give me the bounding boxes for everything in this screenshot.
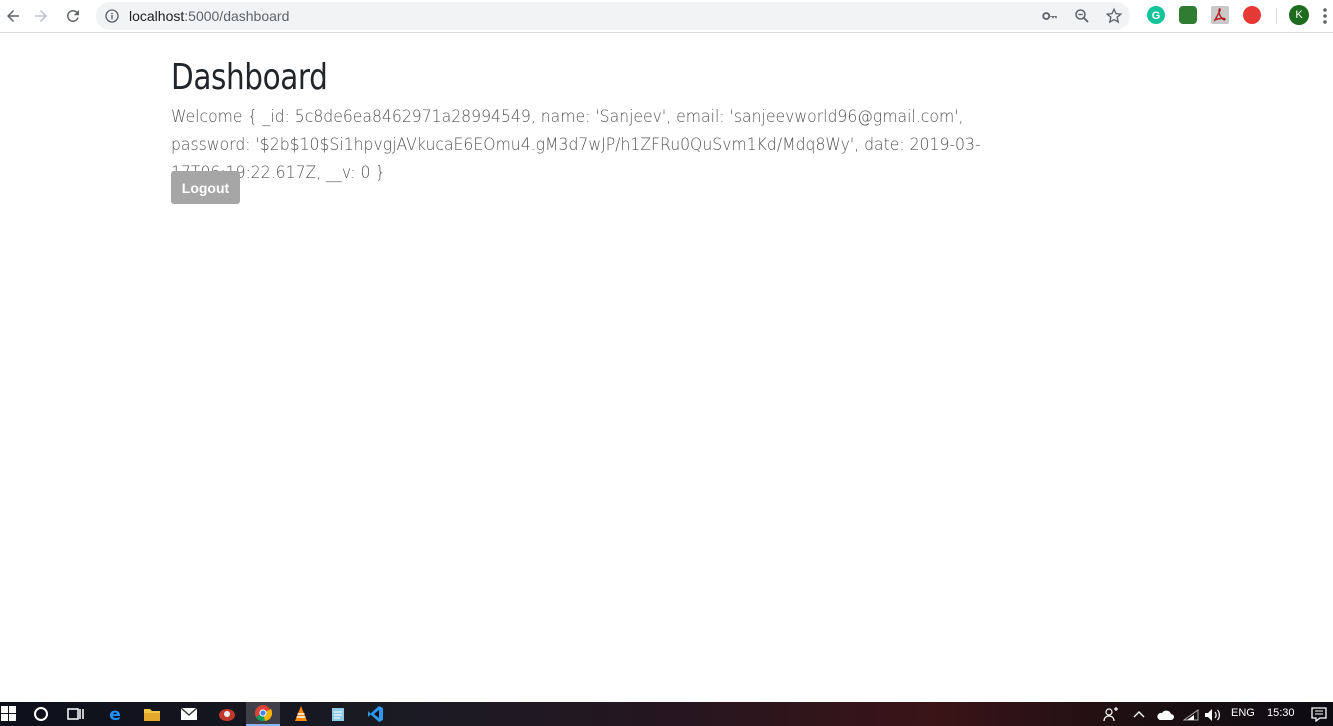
url-host: localhost [129,8,185,24]
notifications-icon[interactable] [1311,707,1327,722]
svg-text:G: G [1152,10,1161,22]
task-view-icon [67,708,84,720]
vscode-icon [368,706,383,722]
edge-icon: e [109,705,121,723]
taskbar-file-explorer[interactable] [135,702,169,726]
cortana-button[interactable] [24,702,58,726]
url-text[interactable]: localhost:5000/dashboard [129,8,289,24]
welcome-message: Welcome { _id: 5c8de6ea8462971a28994549,… [171,107,981,183]
volume-icon[interactable] [1204,708,1222,722]
tv-extension-icon[interactable] [1243,6,1261,24]
wifi-icon[interactable] [1183,708,1199,722]
people-icon[interactable] [1103,707,1119,723]
browser-toolbar: localhost:5000/dashboard G K [0,0,1333,33]
task-view-button[interactable] [59,702,93,726]
profile-avatar[interactable]: K [1289,5,1309,25]
url-path: :5000/dashboard [184,8,290,24]
toolbar-separator [1276,8,1277,24]
taskbar-notepad[interactable] [321,702,355,726]
key-icon[interactable] [1041,7,1059,25]
notepad-icon [332,708,344,721]
chevron-up-icon[interactable] [1133,709,1145,719]
svg-text:e: e [109,705,121,723]
reload-button[interactable] [60,4,86,28]
back-button[interactable] [0,4,26,28]
taskbar-mail[interactable] [172,702,206,726]
windows-taskbar: e ENG 15:30 [0,702,1333,726]
taskbar-game-app[interactable] [210,702,244,726]
globe-extension-icon[interactable] [1179,6,1197,24]
grammarly-extension-icon[interactable]: G [1147,6,1165,24]
clock-time[interactable]: 15:30 [1267,707,1295,719]
page-title: Dashboard [171,57,328,98]
acrobat-icon [1213,8,1226,22]
reload-icon [67,10,79,22]
start-button[interactable] [0,702,26,726]
zoom-icon[interactable] [1073,7,1091,25]
windows-logo-icon [1,706,16,721]
arrow-left-icon [7,10,19,22]
pdf-extension-icon[interactable] [1211,6,1229,24]
forward-button[interactable] [28,4,54,28]
vlc-cone-icon [295,706,307,721]
chrome-icon [255,705,272,722]
input-language[interactable]: ENG [1231,707,1255,719]
taskbar-vlc[interactable] [284,702,318,726]
taskbar-vscode[interactable] [358,702,392,726]
taskbar-chrome[interactable] [246,702,280,726]
address-bar[interactable]: localhost:5000/dashboard [96,2,1130,30]
mail-icon [180,707,198,720]
taskbar-edge[interactable]: e [98,702,132,726]
folder-icon [144,709,160,721]
game-app-icon [219,709,235,721]
info-icon[interactable] [104,8,120,24]
onedrive-cloud-icon[interactable] [1156,709,1174,721]
cortana-circle-icon [34,707,48,721]
more-menu-icon[interactable] [1322,7,1328,25]
grammarly-g-icon: G [1152,10,1161,22]
dashboard-content: Dashboard Welcome { _id: 5c8de6ea8462971… [171,56,1171,204]
logout-button[interactable]: Logout [171,171,240,204]
arrow-right-icon [35,10,47,22]
star-icon[interactable] [1105,7,1123,25]
